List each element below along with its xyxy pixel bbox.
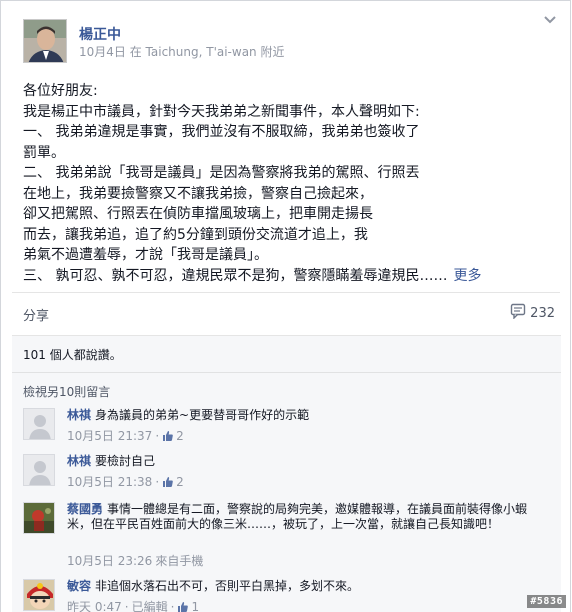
post-line: 而去，讓我弟追，追了約5分鐘到頭份交流道才追上，我 xyxy=(23,226,368,243)
commenter-photo-avatar[interactable] xyxy=(23,579,55,611)
default-avatar[interactable] xyxy=(23,408,55,440)
author-name[interactable]: 楊正中 xyxy=(79,24,121,44)
separator: · xyxy=(155,428,160,443)
comment-icon xyxy=(510,303,526,323)
comment-count: 232 xyxy=(530,305,555,321)
commenter-name[interactable]: 敏容 xyxy=(67,579,91,593)
post-line: 各位好朋友: xyxy=(23,83,98,99)
divider xyxy=(12,372,561,373)
like-count-button[interactable]: 1 xyxy=(177,600,199,612)
comment-text: 林祺 身為議員的弟弟~更要替哥哥作好的示範 xyxy=(67,408,547,423)
post-line: 二、 我弟弟說「我哥是議員」是因為警察將我弟的駕照、行照丟 xyxy=(23,165,420,181)
commenter-name[interactable]: 林祺 xyxy=(67,408,91,422)
post-line: 弟氣不過遭羞辱，才說「我哥是議員」。 xyxy=(23,247,268,263)
comment-body: 要檢討自己 xyxy=(95,454,156,468)
post-line: 三、 孰可忍、孰不可忍，違規民眾不是狗，警察隱瞞羞辱違規民…… xyxy=(23,267,448,284)
chevron-down-icon[interactable] xyxy=(540,13,560,33)
comment-time[interactable]: 10月5日 23:26 xyxy=(67,552,152,569)
see-more-link[interactable]: 更多 xyxy=(453,268,481,284)
comment-body: 事情一體總是有二面，警察說的局夠完美，邀媒體報導，在議員面前裝得像小蝦米，但在平… xyxy=(67,502,528,531)
comment-text: 蔡國勇 事情一體總是有二面，警察說的局夠完美，邀媒體報導，在議員面前裝得像小蝦米，… xyxy=(67,502,547,532)
like-count-button[interactable]: 2 xyxy=(162,475,184,489)
divider xyxy=(12,292,560,293)
share-button[interactable]: 分享 xyxy=(23,305,49,324)
thumbs-up-icon xyxy=(163,476,173,487)
comment-count-button[interactable]: 232 xyxy=(510,303,555,323)
comment-like-count: 1 xyxy=(191,599,200,612)
watermark: #5836 xyxy=(527,595,566,608)
post-line: 罰單。 xyxy=(23,144,65,161)
post-line: 我是楊正中市議員，針對今天我弟弟之新聞事件，本人聲明如下: xyxy=(23,103,420,120)
comment-like-count: 2 xyxy=(176,428,184,443)
post-card: 楊正中 10月4日 在 Taichung, T'ai-wan 附近 各位好朋友:… xyxy=(0,0,571,612)
thumbs-up-icon xyxy=(178,601,189,612)
commenter-name[interactable]: 林祺 xyxy=(67,454,91,468)
likes-summary[interactable]: 101 個人都說讚。 xyxy=(23,346,122,363)
post-line-last: 三、 孰可忍、孰不可忍，違規民眾不是狗，警察隱瞞羞辱違規民…… 更多 xyxy=(23,266,543,287)
comment-via: 已編輯 xyxy=(131,600,168,612)
post-line: 在地上，我弟要撿警察又不讓我弟撿，警察自己撿起來， xyxy=(23,185,373,202)
post-date[interactable]: 10月4日 xyxy=(79,45,126,59)
comment-meta: 10月5日 21:37 · 2 xyxy=(67,427,184,444)
author-avatar[interactable] xyxy=(23,19,67,63)
post-meta: 10月4日 在 Taichung, T'ai-wan 附近 xyxy=(79,43,284,60)
post-line: 一、 我弟弟違規是事實，我們並沒有不服取締，我弟弟也簽收了 xyxy=(23,124,420,140)
feedback-panel: 101 個人都說讚。 檢視另10則留言 林祺 身為議員的弟弟~更要替哥哥作好的示範… xyxy=(12,335,561,612)
comment-time[interactable]: 昨天 0:47 xyxy=(67,598,122,612)
view-more-comments-link[interactable]: 檢視另10則留言 xyxy=(23,383,110,400)
commenter-photo-avatar[interactable] xyxy=(23,502,55,534)
comment-body: 非追個水落石出不可，否則平白黑掉，多划不來。 xyxy=(95,579,360,593)
action-bar: 分享 232 xyxy=(23,301,555,327)
separator: · xyxy=(170,599,175,612)
separator: · xyxy=(124,599,129,612)
post-line: 卻又把駕照、行照丟在偵防車擋風玻璃上，把車開走揚長 xyxy=(23,206,373,222)
post-location[interactable]: 在 Taichung, T'ai-wan 附近 xyxy=(130,45,285,59)
comment-meta: 10月5日 23:26 來自手機 xyxy=(67,552,203,569)
comment-text: 林祺 要檢討自己 xyxy=(67,454,547,469)
like-count-button[interactable]: 2 xyxy=(162,429,184,443)
separator: · xyxy=(155,474,160,489)
comment-via: 來自手機 xyxy=(155,554,204,568)
comment-time[interactable]: 10月5日 21:38 xyxy=(67,473,152,490)
comment-text: 敏容 非追個水落石出不可，否則平白黑掉，多划不來。 xyxy=(67,579,547,594)
comment-meta: 10月5日 21:38 · 2 xyxy=(67,473,184,490)
comment-time[interactable]: 10月5日 21:37 xyxy=(67,427,152,444)
comment-like-count: 2 xyxy=(176,474,184,489)
comment-body: 身為議員的弟弟~更要替哥哥作好的示範 xyxy=(95,408,310,422)
post-body: 各位好朋友: 我是楊正中市議員，針對今天我弟弟之新聞事件，本人聲明如下: 一、 … xyxy=(23,81,543,286)
default-avatar[interactable] xyxy=(23,454,55,486)
thumbs-up-icon xyxy=(163,430,173,441)
comment-meta: 昨天 0:47 · 已編輯 · 1 xyxy=(67,598,199,612)
commenter-name[interactable]: 蔡國勇 xyxy=(67,502,103,516)
